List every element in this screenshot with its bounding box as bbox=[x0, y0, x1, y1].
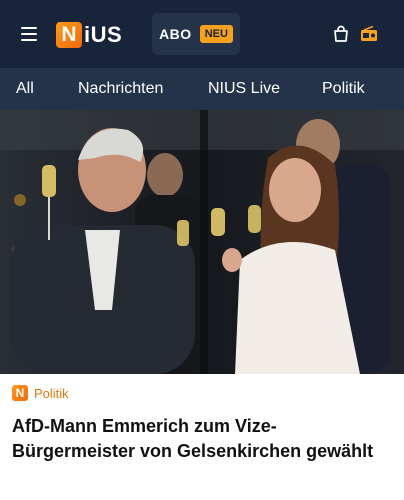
nav-item-politik[interactable]: Politik bbox=[322, 80, 365, 98]
category-logo: N bbox=[12, 385, 28, 401]
logo-text: iUS bbox=[84, 22, 123, 47]
shopping-bag-icon[interactable] bbox=[332, 25, 350, 43]
nav-item-all[interactable]: All bbox=[16, 80, 34, 98]
abo-button[interactable]: ABO NEU bbox=[152, 13, 240, 55]
hero-photo bbox=[0, 110, 404, 374]
nav-item-nius-live[interactable]: NIUS Live bbox=[208, 80, 280, 98]
article-category[interactable]: N Politik bbox=[12, 385, 69, 401]
logo-n-mark: N bbox=[56, 22, 82, 48]
abo-label: ABO bbox=[159, 26, 192, 42]
category-nav: All Nachrichten NIUS Live Politik bbox=[0, 68, 404, 110]
article-headline[interactable]: AfD-Mann Emmerich zum Vize-Bürgermeister… bbox=[12, 414, 396, 464]
radio-icon[interactable] bbox=[360, 25, 378, 43]
nav-item-nachrichten[interactable]: Nachrichten bbox=[78, 80, 163, 98]
top-header: N iUS ABO NEU bbox=[0, 0, 404, 68]
nius-logo[interactable]: N iUS bbox=[56, 22, 122, 48]
category-label: Politik bbox=[34, 385, 69, 401]
article-hero-image[interactable] bbox=[0, 110, 404, 374]
menu-icon[interactable] bbox=[21, 27, 37, 41]
new-badge: NEU bbox=[199, 25, 233, 43]
